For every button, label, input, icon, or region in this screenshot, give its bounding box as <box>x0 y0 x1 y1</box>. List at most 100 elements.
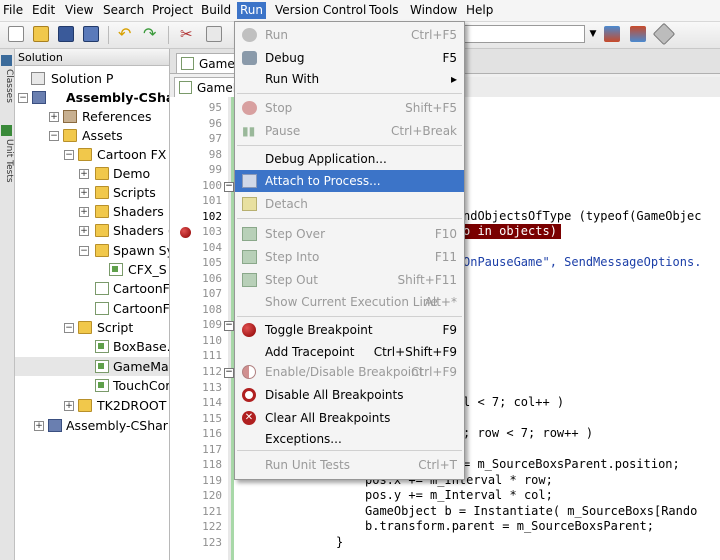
line-number-gutter[interactable]: 95 96 97 98 99 100 101 102 103 104 105 1… <box>170 97 228 560</box>
menu-item-run-unit-tests[interactable]: Run Unit Tests Ctrl+T <box>235 454 464 476</box>
menu-item-run-with[interactable]: Run With ▸ <box>235 68 464 90</box>
folder-icon <box>95 224 109 237</box>
code-line: GameObject b = Instantiate( m_SourceBoxs… <box>365 504 698 518</box>
open-folder-icon[interactable] <box>33 26 49 42</box>
folder-icon <box>78 321 92 334</box>
menu-project[interactable]: Project <box>149 2 196 19</box>
code-line: b.transform.parent = m_SourceBoxsParent; <box>365 519 654 533</box>
tree-node-gamemanager[interactable]: GameMar <box>15 357 169 376</box>
save-all-icon[interactable] <box>83 26 99 42</box>
references-icon <box>63 110 77 123</box>
menu-build[interactable]: Build <box>198 2 234 19</box>
line-number: 116 <box>202 427 222 440</box>
tree-node-project[interactable]: − Assembly-CShar <box>15 88 169 107</box>
menu-item-step-into[interactable]: Step Into F11 <box>235 246 464 268</box>
menu-view[interactable]: View <box>62 2 96 19</box>
collapse-icon[interactable]: − <box>49 131 59 141</box>
csharp-file-icon <box>95 379 109 392</box>
detach-icon <box>242 197 257 211</box>
menu-item-stop[interactable]: Stop Shift+F5 <box>235 97 464 119</box>
save-icon[interactable] <box>58 26 74 42</box>
expand-icon[interactable]: + <box>34 421 44 431</box>
menu-file[interactable]: File <box>0 2 26 19</box>
menu-item-attach-to-process[interactable]: Attach to Process... <box>235 170 464 192</box>
menu-item-clear-all-breakpoints[interactable]: ✕ Clear All Breakpoints <box>235 407 464 429</box>
collapse-icon[interactable]: − <box>64 323 74 333</box>
code-line: OnPauseGame", SendMessageOptions. <box>463 255 702 269</box>
line-number: 97 <box>208 132 222 145</box>
menu-item-disable-all-breakpoints[interactable]: Disable All Breakpoints <box>235 384 464 406</box>
line-number: 123 <box>202 536 222 549</box>
run-menu-dropdown: Run Ctrl+F5 Debug F5 Run With ▸ Stop Shift+F… <box>234 21 465 480</box>
fold-toggle-icon[interactable]: − <box>224 368 234 378</box>
line-number: 114 <box>202 396 222 409</box>
menu-version-control[interactable]: Version Control <box>272 2 369 19</box>
fold-toggle-icon[interactable]: − <box>224 182 234 192</box>
collapse-icon[interactable]: − <box>79 246 89 256</box>
menu-item-run[interactable]: Run Ctrl+F5 <box>235 24 464 46</box>
line-number: 101 <box>202 194 222 207</box>
folder-icon <box>95 244 109 257</box>
cut-icon[interactable]: ✂ <box>180 26 196 42</box>
menu-item-step-out[interactable]: Step Out Shift+F11 <box>235 269 464 291</box>
menu-item-debug-application[interactable]: Debug Application... <box>235 148 464 170</box>
build-icon[interactable] <box>604 26 620 42</box>
menu-help[interactable]: Help <box>463 2 496 19</box>
menu-item-add-tracepoint[interactable]: Add Tracepoint Ctrl+Shift+F9 <box>235 341 464 363</box>
new-file-icon[interactable] <box>8 26 24 42</box>
breakpoint-marker-icon[interactable] <box>180 227 191 238</box>
menu-search[interactable]: Search <box>100 2 147 19</box>
menu-tools[interactable]: Tools <box>366 2 402 19</box>
clear-breakpoints-icon: ✕ <box>242 411 256 425</box>
stop-icon <box>242 101 257 115</box>
step-over-icon <box>242 227 257 241</box>
chevron-down-icon[interactable]: ▼ <box>586 25 600 43</box>
step-out-icon <box>242 273 257 287</box>
line-number: 107 <box>202 287 222 300</box>
menu-separator <box>237 218 462 219</box>
line-number: 98 <box>208 148 222 161</box>
redo-icon[interactable]: ↷ <box>143 26 159 42</box>
copy-icon[interactable] <box>206 26 222 42</box>
classes-tab[interactable]: Classes <box>0 69 14 103</box>
folder-icon <box>95 167 109 180</box>
menu-window[interactable]: Window <box>407 2 460 19</box>
menu-item-detach[interactable]: Detach <box>235 193 464 215</box>
collapse-icon[interactable]: − <box>64 150 74 160</box>
line-number: 117 <box>202 443 222 456</box>
menu-edit[interactable]: Edit <box>29 2 58 19</box>
expand-icon[interactable]: + <box>79 226 89 236</box>
expand-icon[interactable]: + <box>49 112 59 122</box>
line-number: 112 <box>202 365 222 378</box>
undo-icon[interactable]: ↶ <box>118 26 134 42</box>
line-number: 95 <box>208 101 222 114</box>
toolbar-separator <box>108 26 109 44</box>
line-number: 113 <box>202 381 222 394</box>
menu-run[interactable]: Run <box>237 2 267 19</box>
expand-icon[interactable]: + <box>79 207 89 217</box>
menu-item-step-over[interactable]: Step Over F10 <box>235 223 464 245</box>
menu-separator <box>237 450 462 451</box>
breakpoint-icon <box>242 323 256 337</box>
folder-icon <box>78 148 92 161</box>
expand-icon[interactable]: + <box>64 401 74 411</box>
expand-icon[interactable]: + <box>79 188 89 198</box>
menu-item-pause[interactable]: ▮▮ Pause Ctrl+Break <box>235 120 464 142</box>
menu-item-show-current-execution-line[interactable]: Show Current Execution Line Alt+* <box>235 291 464 313</box>
rebuild-icon[interactable] <box>630 26 646 42</box>
expand-icon[interactable]: + <box>79 169 89 179</box>
tab-gamemanager-path[interactable]: GameM <box>174 77 243 97</box>
menu-item-enable-disable-breakpoint[interactable]: Enable/Disable Breakpoint Ctrl+F9 <box>235 361 464 383</box>
code-line: pos.y += m_Interval * col; <box>365 488 553 502</box>
fold-toggle-icon[interactable]: − <box>224 321 234 331</box>
unit-tests-tab[interactable]: Unit Tests <box>0 139 14 183</box>
csharp-file-icon <box>95 360 109 373</box>
menu-item-toggle-breakpoint[interactable]: Toggle Breakpoint F9 <box>235 319 464 341</box>
csharp-file-icon <box>95 340 109 353</box>
menu-item-debug[interactable]: Debug F5 <box>235 47 464 69</box>
clean-icon[interactable] <box>652 22 676 46</box>
menu-item-exceptions[interactable]: Exceptions... <box>235 428 464 450</box>
collapse-icon[interactable]: − <box>18 93 28 103</box>
tab-gamemanager[interactable]: GameM <box>176 53 245 73</box>
solution-icon <box>31 72 45 85</box>
